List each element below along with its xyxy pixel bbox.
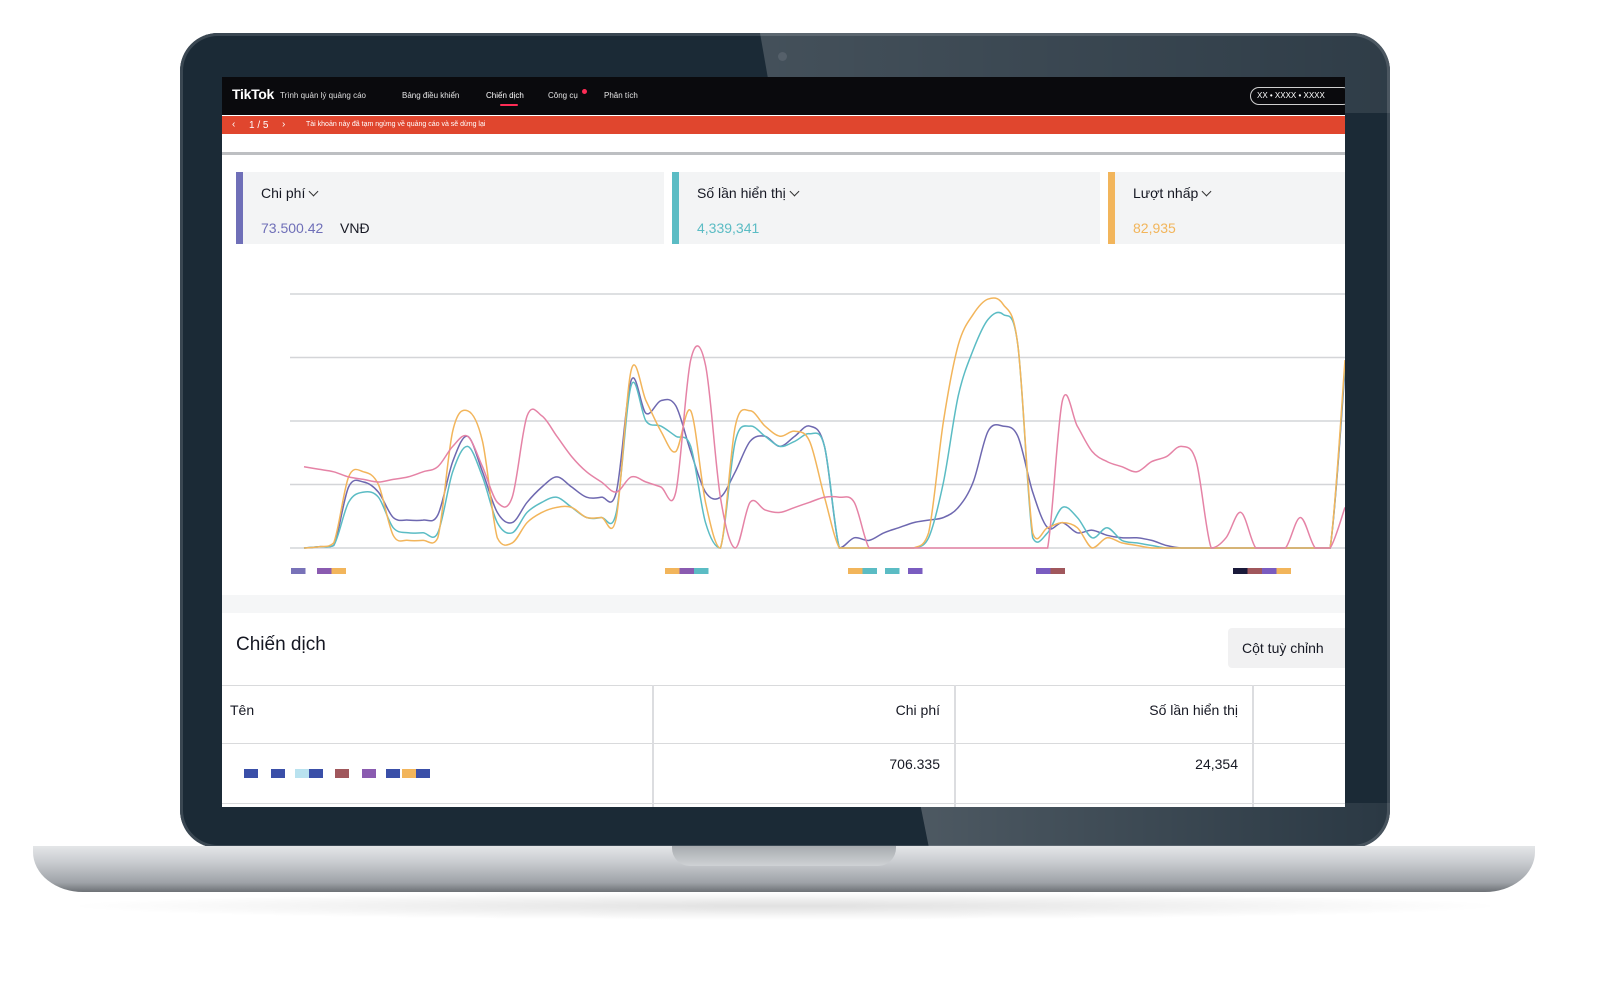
column-header-impressions[interactable]: Số lần hiển thị bbox=[964, 702, 1238, 718]
legend-marker bbox=[848, 568, 863, 574]
metric-value: 73.500.42 bbox=[261, 220, 324, 236]
nav-tools[interactable]: Công cụ bbox=[548, 91, 578, 100]
chart-grid bbox=[290, 293, 1345, 549]
metric-label[interactable]: Lượt nhấp bbox=[1133, 185, 1212, 201]
legend-marker bbox=[331, 568, 346, 574]
metric-color-bar bbox=[1108, 172, 1115, 244]
name-block bbox=[295, 769, 309, 778]
legend-marker bbox=[317, 568, 332, 574]
metric-card-impressions[interactable]: Số lần hiển thị 4,339,341 bbox=[672, 172, 1100, 244]
name-block bbox=[386, 769, 400, 778]
name-block bbox=[309, 769, 323, 778]
metric-label[interactable]: Số lần hiển thị bbox=[697, 185, 800, 201]
alert-banner: ‹ 1 / 5 › Tài khoản này đã tạm ngừng về … bbox=[222, 116, 1345, 134]
legend-marker bbox=[1262, 568, 1277, 574]
metric-unit: VNĐ bbox=[340, 220, 370, 236]
account-selector[interactable]: XX • XXXX • XXXX bbox=[1250, 87, 1345, 105]
tiktok-logo[interactable]: TikTok bbox=[232, 86, 274, 102]
legend-marker bbox=[862, 568, 877, 574]
legend-marker bbox=[694, 568, 709, 574]
section-gap bbox=[222, 595, 1345, 613]
alert-pager: 1 / 5 bbox=[249, 120, 269, 131]
series-line-2 bbox=[303, 297, 1345, 549]
legend-marker bbox=[291, 568, 306, 574]
screen-glare-bottom bbox=[920, 803, 1390, 848]
legend-marker bbox=[1050, 568, 1065, 574]
legend-marker bbox=[1276, 568, 1291, 574]
column-header-name[interactable]: Tên bbox=[230, 702, 254, 718]
legend-marker bbox=[1233, 568, 1248, 574]
legend-marker bbox=[665, 568, 680, 574]
legend-marker bbox=[885, 568, 900, 574]
section-divider bbox=[222, 152, 1345, 155]
laptop-shadow bbox=[60, 892, 1510, 920]
chevron-down-icon bbox=[1201, 186, 1212, 197]
metric-label[interactable]: Chi phí bbox=[261, 185, 319, 201]
line-chart bbox=[290, 293, 1345, 574]
metric-color-bar bbox=[236, 172, 243, 244]
name-block bbox=[244, 769, 258, 778]
series-line-1 bbox=[303, 311, 1345, 549]
name-block bbox=[362, 769, 376, 778]
legend-marker bbox=[1036, 568, 1051, 574]
name-block bbox=[335, 769, 349, 778]
legend-marker bbox=[908, 568, 923, 574]
nav-campaigns[interactable]: Chiến dịch bbox=[486, 91, 524, 100]
metric-card-cost[interactable]: Chi phí 73.500.42 VNĐ bbox=[236, 172, 664, 244]
metric-value: 82,935 bbox=[1133, 220, 1176, 236]
campaigns-title: Chiến dịch bbox=[236, 634, 326, 655]
name-block bbox=[416, 769, 430, 778]
metric-value: 4,339,341 bbox=[697, 220, 760, 236]
chevron-right-icon[interactable]: › bbox=[282, 119, 285, 130]
campaign-impressions: 24,354 bbox=[1195, 756, 1238, 772]
nav-analytics[interactable]: Phân tích bbox=[604, 91, 638, 100]
alert-message: Tài khoản này đã tạm ngừng về quảng cáo … bbox=[306, 121, 486, 128]
series-line-0 bbox=[303, 370, 1345, 549]
custom-columns-button[interactable]: Cột tuỳ chỉnh bbox=[1228, 628, 1345, 668]
name-block bbox=[271, 769, 285, 778]
chart-legend-markers bbox=[291, 568, 1291, 574]
column-header-cost[interactable]: Chi phí bbox=[662, 702, 940, 718]
chevron-down-icon bbox=[308, 186, 319, 197]
webcam bbox=[778, 52, 787, 61]
legend-marker bbox=[1247, 568, 1262, 574]
top-nav-bar: TikTok Trình quản lý quảng cáo Bảng điều… bbox=[222, 77, 1345, 115]
notification-dot bbox=[582, 89, 587, 94]
campaign-table: Tên Chi phí Số lần hiển thị 706.335 24,3… bbox=[222, 685, 1345, 807]
campaign-cost: 706.335 bbox=[889, 756, 940, 772]
chart-series bbox=[303, 297, 1345, 549]
chevron-left-icon[interactable]: ‹ bbox=[232, 119, 235, 130]
laptop-notch bbox=[672, 846, 896, 866]
legend-marker bbox=[679, 568, 694, 574]
metric-color-bar bbox=[672, 172, 679, 244]
nav-dashboard[interactable]: Bảng điều khiển bbox=[402, 91, 459, 100]
metric-card-clicks[interactable]: Lượt nhấp 82,935 bbox=[1108, 172, 1345, 244]
chevron-down-icon bbox=[789, 186, 800, 197]
active-tab-indicator bbox=[500, 104, 518, 106]
name-block bbox=[402, 769, 416, 778]
screen: TikTok Trình quản lý quảng cáo Bảng điều… bbox=[222, 77, 1345, 807]
product-name: Trình quản lý quảng cáo bbox=[280, 91, 366, 100]
